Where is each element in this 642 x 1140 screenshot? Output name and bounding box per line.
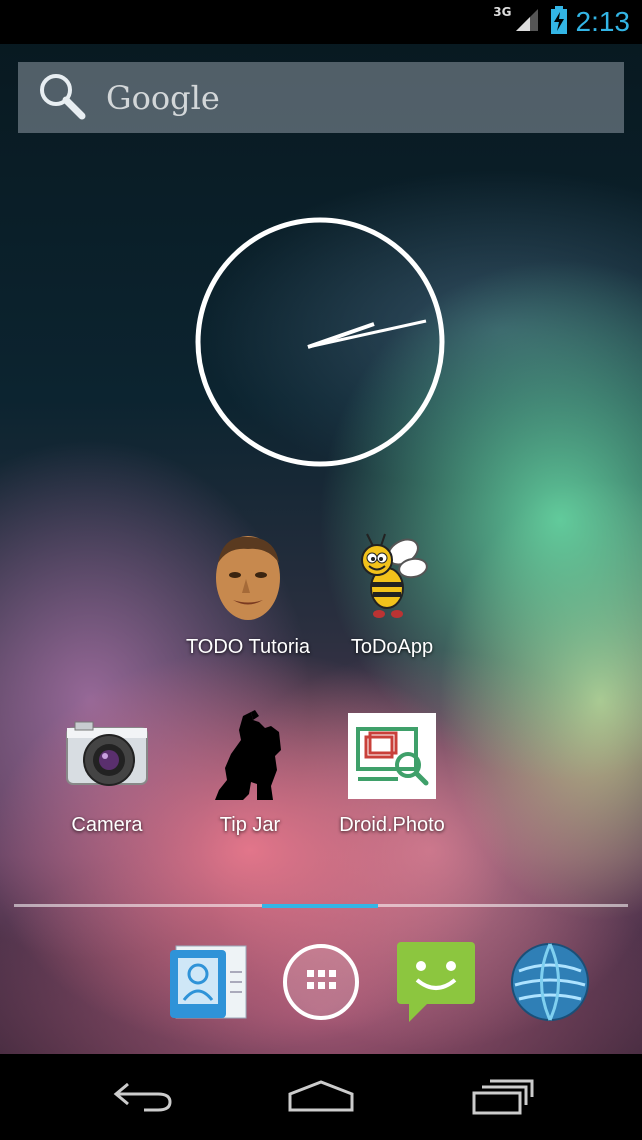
search-label: Google [106, 78, 220, 117]
analog-clock-widget[interactable] [194, 216, 446, 468]
status-time: 2:13 [575, 6, 631, 37]
dock-all-apps[interactable] [279, 942, 363, 1026]
dock-contacts[interactable] [166, 942, 250, 1026]
page-indicator [14, 903, 628, 908]
app-label: Droid.Photo [339, 814, 445, 836]
app-label: TODO Tutoria [185, 636, 311, 658]
app-camera[interactable]: Camera [32, 708, 182, 837]
back-icon [110, 1078, 174, 1118]
app-todo-tutoria[interactable]: TODO Tutoria [173, 530, 323, 659]
camera-icon [59, 708, 155, 804]
silhouette-icon [202, 708, 298, 804]
app-tip-jar[interactable]: Tip Jar [175, 708, 325, 837]
recent-apps-button[interactable] [462, 1076, 542, 1120]
app-todoapp[interactable]: ToDoApp [317, 530, 467, 659]
home-icon [286, 1078, 356, 1118]
network-type: 3G [493, 5, 512, 19]
navigation-bar [0, 1054, 642, 1140]
photo-search-icon [344, 708, 440, 804]
app-droid-photo[interactable]: Droid.Photo [317, 708, 467, 837]
app-label: Tip Jar [219, 814, 281, 836]
app-label: Camera [71, 814, 143, 836]
back-button[interactable] [102, 1076, 182, 1120]
home-button[interactable] [281, 1076, 361, 1120]
battery-charging-icon [550, 6, 568, 38]
bee-icon [344, 530, 440, 626]
status-bar: 3G 2:13 [0, 0, 642, 44]
recent-apps-icon [470, 1077, 534, 1119]
dock-messaging[interactable] [394, 942, 478, 1026]
contacts-icon [168, 942, 248, 1026]
browser-globe-icon [509, 941, 591, 1027]
dock-browser[interactable] [508, 942, 592, 1026]
search-icon [36, 71, 88, 125]
app-label: ToDoApp [350, 636, 434, 658]
signal-icon [514, 7, 540, 37]
google-search-bar[interactable]: Google [18, 62, 624, 133]
all-apps-icon [281, 942, 361, 1026]
messaging-icon [395, 940, 477, 1028]
face-photo-icon [200, 530, 296, 626]
page-indicator-active [262, 903, 378, 908]
